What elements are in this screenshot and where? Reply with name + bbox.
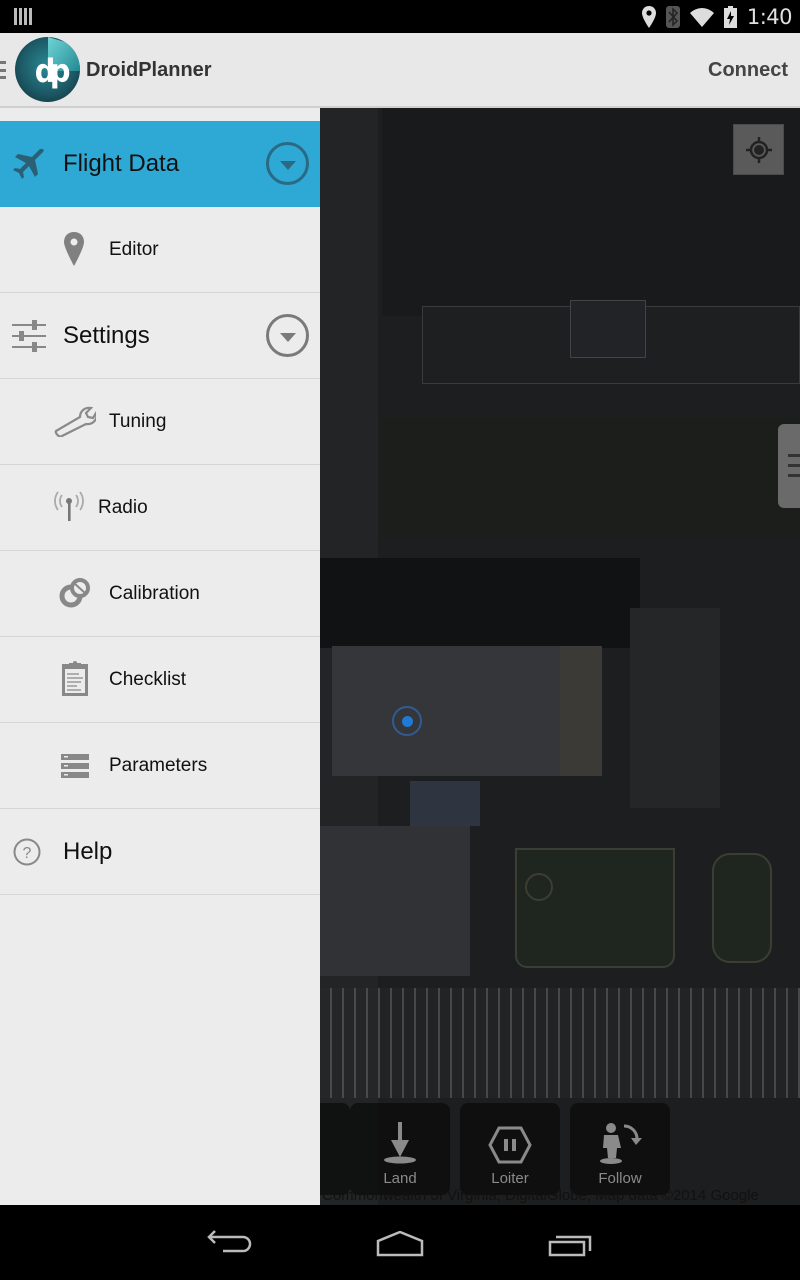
clock: 1:40 <box>746 5 793 29</box>
map-building-roof <box>560 646 602 776</box>
loiter-button[interactable]: Loiter <box>460 1103 560 1195</box>
map-attribution: Commonwealth of Virginia, DigitalGlobe, … <box>322 1187 759 1204</box>
drawer-item-editor[interactable]: Editor <box>0 207 320 293</box>
airplane-icon <box>12 147 46 181</box>
map-glass-roof <box>410 781 480 826</box>
wrench-icon <box>54 405 96 437</box>
clipboard-icon <box>61 661 89 697</box>
drawer-item-help[interactable]: ? Help <box>0 809 320 895</box>
help-icon: ? <box>13 838 41 866</box>
expand-icon[interactable] <box>266 314 309 357</box>
status-bar: 1:40 <box>0 0 800 33</box>
mode-button-partial[interactable] <box>320 1103 350 1195</box>
svg-text:?: ? <box>23 845 32 862</box>
connect-button[interactable]: Connect <box>708 59 788 82</box>
parameters-icon <box>61 754 89 778</box>
antenna-icon <box>53 491 85 523</box>
drawer-toggle-icon[interactable] <box>0 61 6 79</box>
map-roundabout <box>525 873 553 901</box>
app-logo[interactable]: dp <box>15 37 80 102</box>
bluetooth-icon <box>665 6 680 28</box>
drone-position-marker[interactable] <box>392 706 422 736</box>
action-bar: dp DroidPlanner Connect <box>0 33 800 108</box>
notification-icon <box>14 8 32 25</box>
navigation-drawer: Flight Data Editor Settings Tuning Radio… <box>0 108 320 1205</box>
crosshair-icon <box>745 136 772 163</box>
land-icon <box>384 1122 416 1164</box>
map-building-roof <box>570 300 646 358</box>
map-trees <box>380 418 800 538</box>
wifi-icon <box>689 8 714 27</box>
map-building-roof <box>320 826 470 976</box>
drawer-item-parameters[interactable]: Parameters <box>0 723 320 809</box>
back-icon <box>207 1230 252 1253</box>
land-button[interactable]: Land <box>350 1103 450 1195</box>
drawer-item-flight-data[interactable]: Flight Data <box>0 121 320 207</box>
back-button[interactable] <box>207 1227 253 1258</box>
info-panel-handle[interactable] <box>778 424 800 508</box>
follow-button[interactable]: Follow <box>570 1103 670 1195</box>
map-parking <box>630 608 720 808</box>
drawer-item-radio[interactable]: Radio <box>0 465 320 551</box>
map-grass <box>712 853 772 963</box>
drawer-item-tuning[interactable]: Tuning <box>0 379 320 465</box>
home-icon <box>376 1230 424 1257</box>
map-parking-lines <box>320 988 800 1098</box>
recent-apps-button[interactable] <box>548 1233 594 1262</box>
drawer-item-calibration[interactable]: Calibration <box>0 551 320 637</box>
calibration-icon <box>59 577 91 609</box>
home-button[interactable] <box>376 1230 424 1262</box>
map-grass <box>515 848 675 968</box>
system-navigation-bar <box>0 1205 800 1280</box>
my-location-button[interactable] <box>733 124 784 175</box>
recent-apps-icon <box>548 1235 592 1257</box>
drawer-item-checklist[interactable]: Checklist <box>0 637 320 723</box>
follow-icon <box>600 1123 642 1164</box>
location-icon <box>641 6 656 28</box>
battery-charging-icon <box>723 6 737 28</box>
map-pin-icon <box>63 232 85 266</box>
satellite-map[interactable]: Land Loiter Follow Commonwealth of Virgi… <box>320 108 800 1205</box>
app-title: DroidPlanner <box>86 59 212 81</box>
expand-icon[interactable] <box>266 142 309 185</box>
loiter-icon <box>488 1126 532 1164</box>
sliders-icon <box>12 319 46 353</box>
drawer-item-settings[interactable]: Settings <box>0 293 320 379</box>
map-shadow <box>320 558 640 648</box>
